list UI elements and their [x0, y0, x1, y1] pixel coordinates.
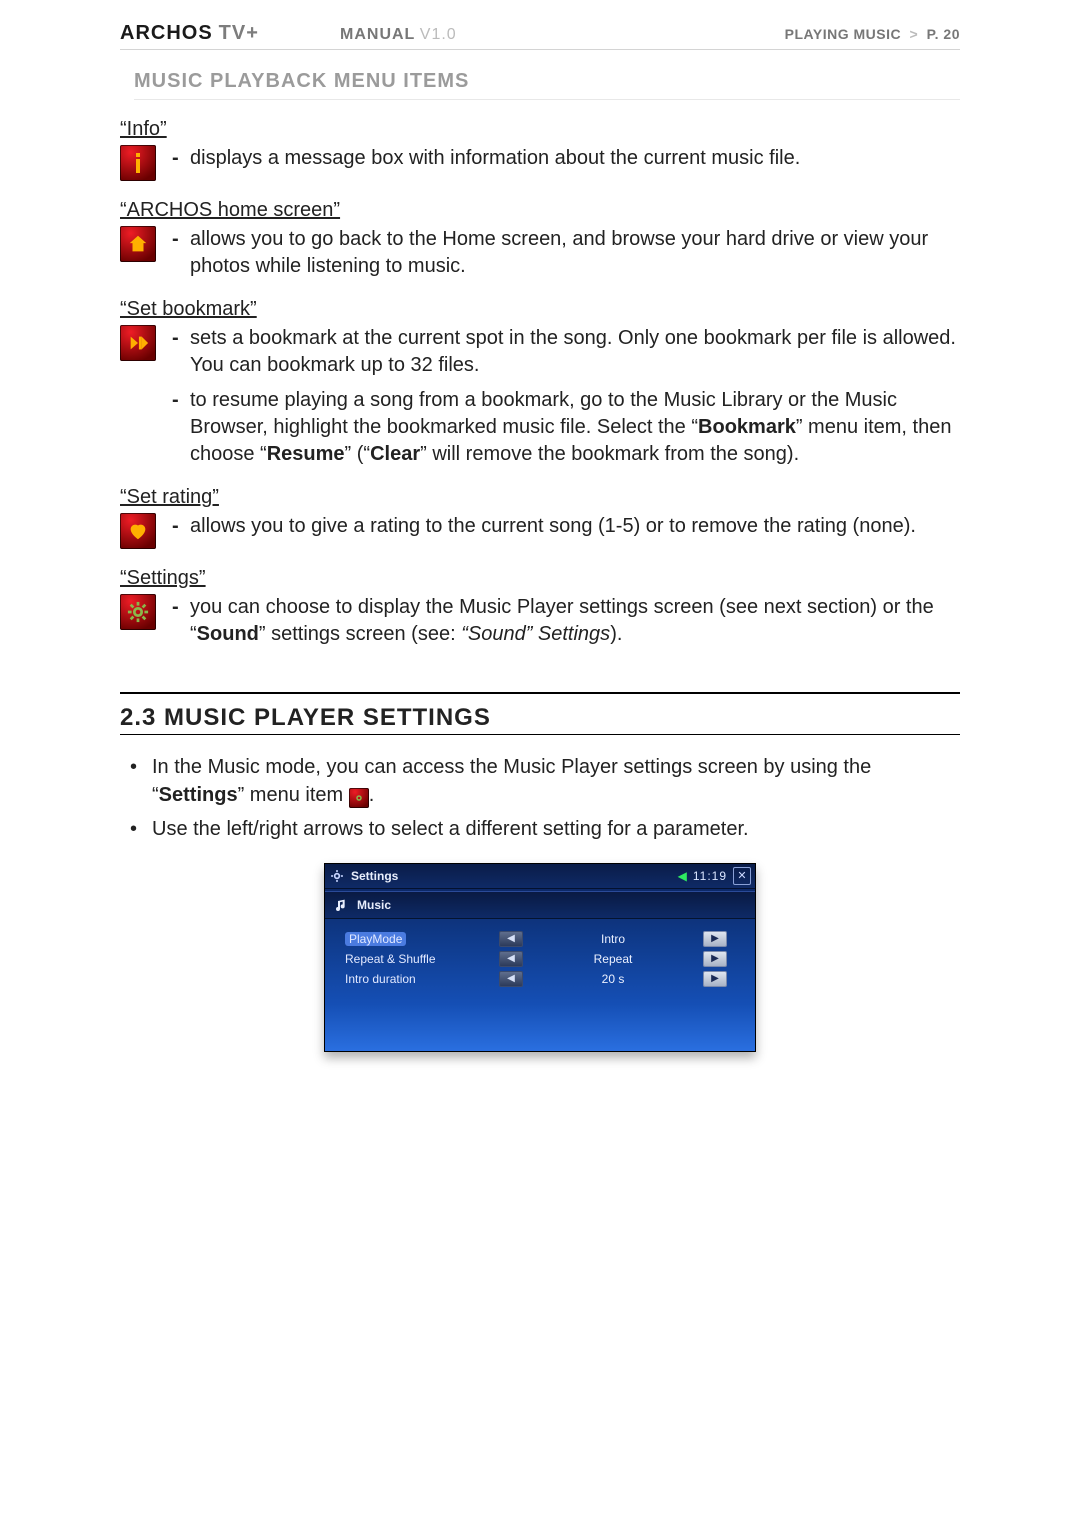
- ss-value: Repeat: [537, 952, 689, 966]
- settings-screenshot: Settings ◀ 11:19 ✕ Music PlayMode ◀ Intr…: [324, 863, 756, 1052]
- item-info-line: displays a message box with information …: [190, 145, 960, 172]
- bullet-dot: •: [130, 815, 142, 843]
- item-settings-title: “Settings”: [120, 567, 960, 590]
- section23-bullet2: Use the left/right arrows to select a di…: [152, 815, 749, 843]
- ss-category-tab: Music: [325, 891, 755, 919]
- settings-gear-icon: [120, 594, 156, 630]
- item-settings-line: you can choose to display the Music Play…: [190, 594, 960, 648]
- bullet-dot: •: [130, 753, 142, 809]
- bullet-dash: -: [172, 145, 182, 172]
- manual-label: MANUAL: [340, 26, 415, 43]
- crumb-sep: >: [910, 26, 919, 42]
- page-label: P.: [927, 26, 939, 42]
- ss-row-intro: Intro duration ◀ 20 s ▶: [327, 969, 753, 989]
- item-bookmark-line1: sets a bookmark at the current spot in t…: [190, 325, 960, 379]
- ss-value: 20 s: [537, 972, 689, 986]
- manual-version: V1.0: [420, 26, 457, 43]
- ss-arrow-right-icon[interactable]: ▶: [703, 951, 727, 967]
- bullet-dash: -: [172, 513, 182, 540]
- breadcrumb: PLAYING MUSIC > P. 20: [785, 26, 960, 42]
- ss-gear-icon: [329, 868, 345, 884]
- ss-arrow-left-icon[interactable]: ◀: [499, 951, 523, 967]
- bullet-dash: -: [172, 594, 182, 648]
- section-divider: [120, 734, 960, 735]
- subsection-title: MUSIC PLAYBACK MENU ITEMS: [134, 70, 960, 100]
- item-bookmark-line2: to resume playing a song from a bookmark…: [190, 387, 960, 468]
- brand-main: ARCHOS: [120, 22, 213, 45]
- ss-row-playmode: PlayMode ◀ Intro ▶: [327, 929, 753, 949]
- ss-arrow-left-icon[interactable]: ◀: [499, 931, 523, 947]
- ss-arrow-right-icon[interactable]: ▶: [703, 931, 727, 947]
- ss-label: Intro duration: [345, 972, 485, 986]
- ss-arrow-left-icon[interactable]: ◀: [499, 971, 523, 987]
- bullet-dash: -: [172, 387, 182, 468]
- topbar-center: MANUAL V1.0: [300, 26, 785, 44]
- ss-label: Repeat & Shuffle: [345, 952, 485, 966]
- ss-window-title: Settings: [351, 869, 398, 883]
- section-2-3-heading: 2.3 MUSIC PLAYER SETTINGS: [120, 692, 960, 732]
- ss-row-repeat: Repeat & Shuffle ◀ Repeat ▶: [327, 949, 753, 969]
- bookmark-icon: [120, 325, 156, 361]
- ss-value: Intro: [537, 932, 689, 946]
- inline-gear-icon: [349, 788, 369, 808]
- page-number: 20: [943, 26, 960, 42]
- ss-category-label: Music: [357, 898, 391, 912]
- item-home-title: “ARCHOS home screen”: [120, 199, 960, 222]
- bullet-dash: -: [172, 226, 182, 280]
- item-bookmark-title: “Set bookmark”: [120, 298, 960, 321]
- ss-close-icon[interactable]: ✕: [733, 867, 751, 885]
- info-icon: [120, 145, 156, 181]
- ss-music-icon: [333, 896, 351, 914]
- rating-heart-icon: [120, 513, 156, 549]
- item-rating-title: “Set rating”: [120, 486, 960, 509]
- ss-label: PlayMode: [345, 932, 406, 946]
- ss-arrow-right-icon[interactable]: ▶: [703, 971, 727, 987]
- item-info-title: “Info”: [120, 118, 960, 141]
- home-icon: [120, 226, 156, 262]
- ss-titlebar: Settings ◀ 11:19 ✕: [325, 864, 755, 889]
- ss-body: PlayMode ◀ Intro ▶ Repeat & Shuffle ◀ Re…: [325, 919, 755, 1051]
- brand: ARCHOS TV+: [120, 22, 300, 45]
- ss-clock: 11:19: [693, 869, 727, 883]
- brand-sub: TV+: [219, 22, 259, 45]
- ss-volume-icon: ◀: [678, 869, 687, 883]
- item-home-line: allows you to go back to the Home screen…: [190, 226, 960, 280]
- bullet-dash: -: [172, 325, 182, 379]
- crumb-section: PLAYING MUSIC: [785, 26, 901, 42]
- section23-bullet1: In the Music mode, you can access the Mu…: [152, 753, 960, 809]
- top-bar: ARCHOS TV+ MANUAL V1.0 PLAYING MUSIC > P…: [120, 22, 960, 50]
- item-rating-line: allows you to give a rating to the curre…: [190, 513, 960, 540]
